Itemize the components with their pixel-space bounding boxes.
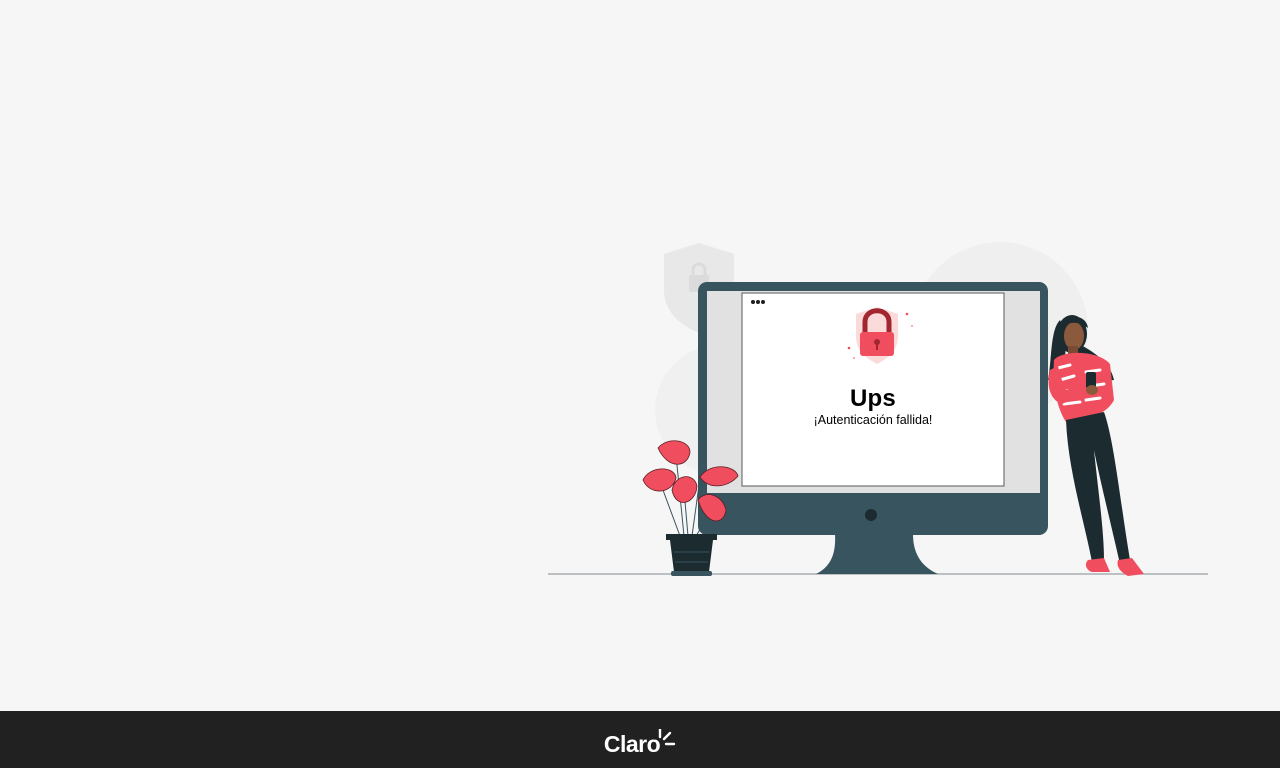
window-dots-icon (751, 300, 765, 304)
error-subtitle: ¡Autenticación fallida! (813, 413, 933, 427)
monitor-camera (865, 509, 877, 521)
claro-logo[interactable]: Claro (604, 725, 676, 757)
error-page: Ups ¡Autenticación fallida! Claro (0, 0, 1280, 768)
logo-rays-icon (658, 728, 676, 745)
error-message: Ups ¡Autenticación fallida! (742, 385, 1004, 427)
claro-logo-text: Claro (603, 730, 661, 757)
error-title: Ups (850, 385, 896, 412)
monitor-stand (816, 534, 938, 574)
footer-bar: Claro (0, 711, 1280, 768)
person-illustration (1048, 315, 1144, 576)
